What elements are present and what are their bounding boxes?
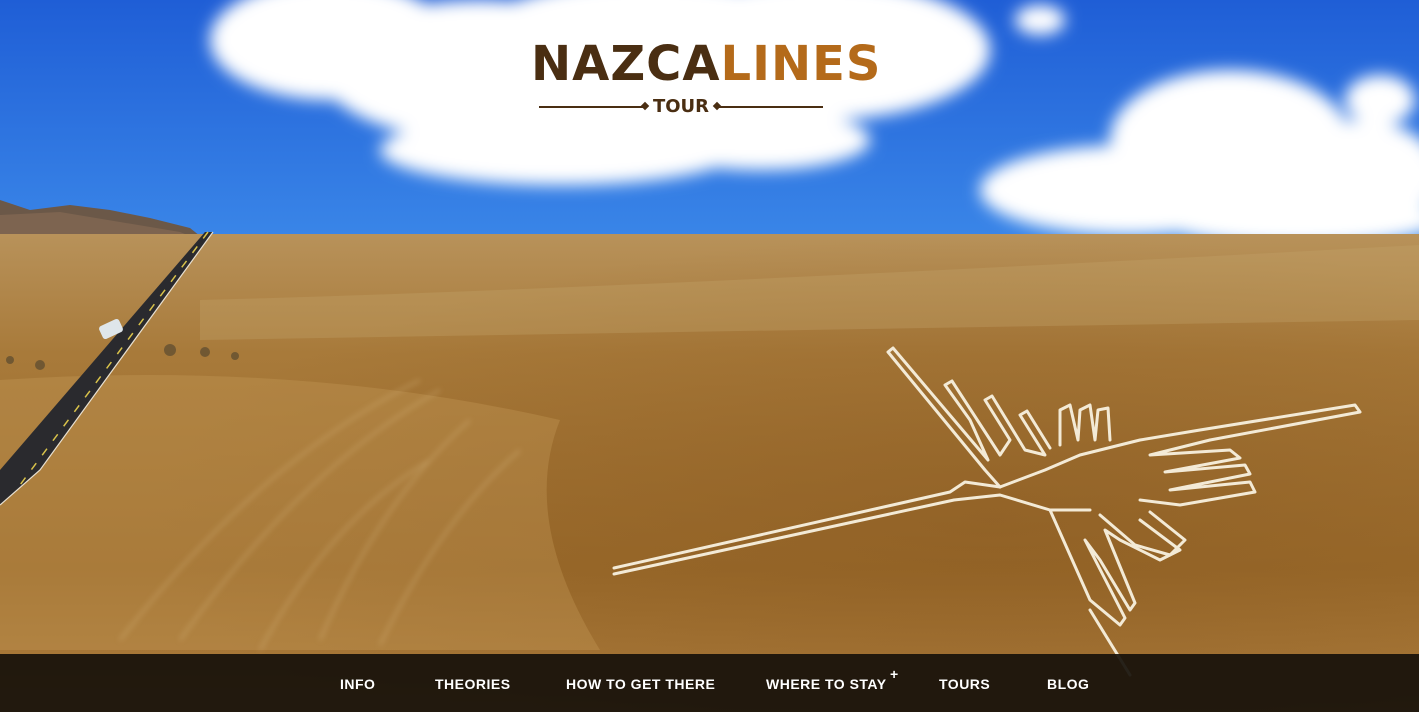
- nav-item-how-to-get-there[interactable]: HOW TO GET THERE: [566, 654, 715, 712]
- nav-item-theories[interactable]: THEORIES: [435, 654, 511, 712]
- logo-word-nazca: NAZCA: [531, 36, 721, 92]
- submenu-plus-icon[interactable]: +: [890, 666, 898, 682]
- logo-rule-right: [717, 106, 823, 108]
- logo-title: NAZCALINES: [531, 32, 880, 96]
- main-navigation: INFO THEORIES HOW TO GET THERE WHERE TO …: [0, 654, 1419, 712]
- nav-item-where-to-stay[interactable]: WHERE TO STAY: [766, 654, 887, 712]
- nav-item-info[interactable]: INFO: [340, 654, 375, 712]
- logo-rule-left: [539, 106, 645, 108]
- nav-item-blog[interactable]: BLOG: [1047, 654, 1089, 712]
- logo-subtitle: TOUR: [652, 96, 710, 117]
- site-logo[interactable]: NAZCALINES TOUR: [531, 32, 880, 122]
- logo-word-lines: LINES: [720, 36, 882, 92]
- hero-banner: NAZCALINES TOUR INFO THEORIES HOW TO GET…: [0, 0, 1419, 712]
- nav-item-tours[interactable]: TOURS: [939, 654, 990, 712]
